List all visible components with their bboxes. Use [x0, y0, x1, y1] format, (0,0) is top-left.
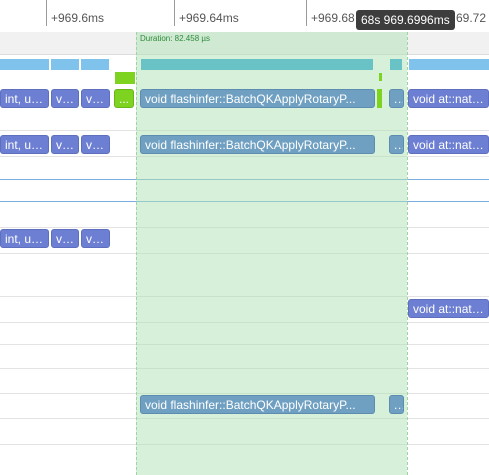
- kernel-block[interactable]: voi...: [81, 135, 110, 154]
- ruler-tick-label: +969.64ms: [179, 11, 239, 25]
- summary-bar[interactable]: [409, 59, 489, 70]
- kernel-block[interactable]: void flashinfer::BatchQKApplyRotaryP...: [140, 89, 375, 108]
- cursor-time-label: 68s 969.6996ms: [356, 10, 455, 30]
- ruler-tick-label: 69.72: [456, 11, 487, 25]
- kernel-block[interactable]: voi...: [81, 229, 110, 248]
- time-ruler[interactable]: +969.6ms +969.64ms +969.68 69.72 68s 969…: [0, 0, 489, 33]
- kernel-block[interactable]: int, un...: [0, 135, 49, 154]
- kernel-block[interactable]: voi...: [51, 89, 79, 108]
- kernel-block[interactable]: voi...: [81, 89, 110, 108]
- green-marker[interactable]: [379, 73, 382, 81]
- kernel-block[interactable]: voi...: [51, 135, 79, 154]
- kernel-block[interactable]: voi...: [51, 229, 79, 248]
- green-marker[interactable]: [377, 89, 382, 108]
- green-marker[interactable]: [115, 72, 135, 84]
- kernel-block[interactable]: ...: [114, 89, 134, 108]
- ruler-tick: [46, 0, 47, 26]
- summary-bar[interactable]: [51, 59, 79, 70]
- kernel-block[interactable]: ...: [389, 135, 404, 154]
- kernel-block[interactable]: void at::native: [408, 135, 489, 154]
- kernel-block[interactable]: void flashinfer::BatchQKApplyRotaryP...: [140, 135, 375, 154]
- kernel-block[interactable]: ...: [389, 395, 404, 414]
- ruler-tick-label: +969.68: [311, 11, 355, 25]
- ruler-tick: [174, 0, 175, 26]
- summary-bar[interactable]: [0, 59, 49, 70]
- summary-bar[interactable]: [141, 59, 373, 70]
- ruler-tick: [306, 0, 307, 26]
- selection-duration-label: Duration: 82.458 µs: [140, 34, 210, 43]
- summary-bar[interactable]: [390, 59, 402, 70]
- kernel-block[interactable]: int, un...: [0, 229, 49, 248]
- summary-bar[interactable]: [81, 59, 109, 70]
- ruler-tick-label: +969.6ms: [51, 11, 105, 25]
- kernel-block[interactable]: void at::native: [408, 89, 489, 108]
- kernel-block[interactable]: int, un...: [0, 89, 49, 108]
- selection-start-line[interactable]: [136, 32, 137, 475]
- kernel-block[interactable]: void at::native: [408, 299, 489, 318]
- kernel-block[interactable]: void flashinfer::BatchQKApplyRotaryP...: [140, 395, 375, 414]
- kernel-block[interactable]: ...: [389, 89, 404, 108]
